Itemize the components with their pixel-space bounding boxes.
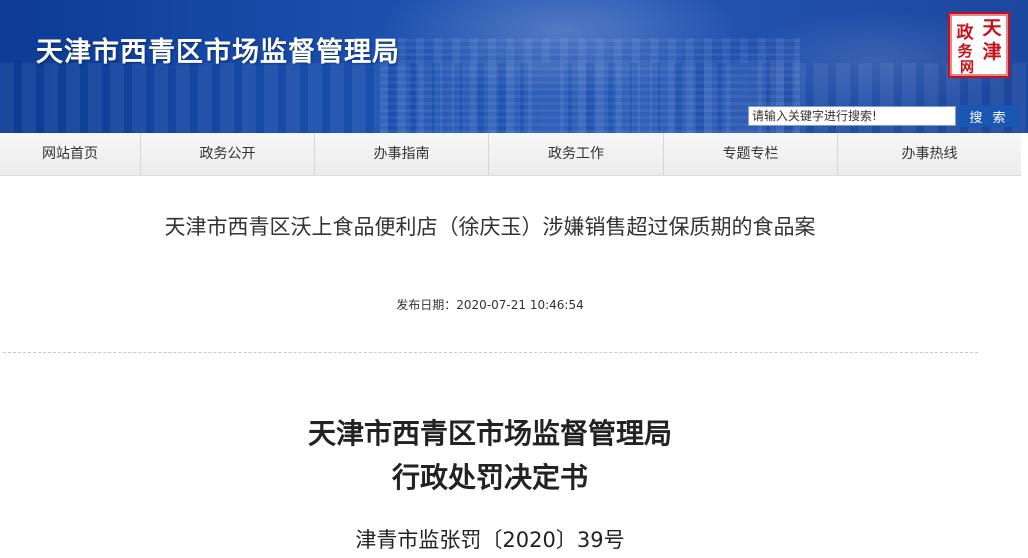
main-nav: 网站首页 政务公开 办事指南 政务工作 专题专栏 办事热线 xyxy=(0,133,1021,176)
header-banner: 天津市西青区市场监督管理局 政 天 务 津 网 搜 索 xyxy=(0,0,1028,133)
search-input[interactable] xyxy=(748,106,956,126)
publish-date-label: 发布日期： xyxy=(396,298,457,312)
nav-item-special-topics[interactable]: 专题专栏 xyxy=(664,133,838,175)
seal-char-5: 网 xyxy=(960,60,974,76)
page-right-edge xyxy=(1021,133,1028,558)
nav-item-hotline[interactable]: 办事热线 xyxy=(838,133,1021,175)
document-number: 津青市监张罚〔2020〕39号 xyxy=(355,528,625,552)
nav-item-gov-affairs-open[interactable]: 政务公开 xyxy=(141,133,315,175)
nav-item-home[interactable]: 网站首页 xyxy=(0,133,141,175)
document-org: 天津市西青区市场监督管理局 xyxy=(307,417,672,450)
seal-logo-icon: 政 天 务 津 网 xyxy=(950,14,1008,76)
seal-char-1: 政 xyxy=(957,22,975,43)
seal-char-3: 务 xyxy=(957,42,973,60)
search-button[interactable]: 搜 索 xyxy=(958,105,1020,127)
seal-char-2: 天 xyxy=(982,17,1002,39)
document-heading: 天津市西青区市场监督管理局 行政处罚决定书 xyxy=(0,412,980,500)
publish-date-line: 发布日期：2020-07-21 10:46:54 xyxy=(0,296,980,313)
site-title[interactable]: 天津市西青区市场监督管理局 xyxy=(36,30,400,69)
content-divider xyxy=(3,352,978,353)
nav-item-service-guide[interactable]: 办事指南 xyxy=(315,133,489,175)
seal-char-4: 津 xyxy=(982,40,1001,63)
nav-item-gov-work[interactable]: 政务工作 xyxy=(489,133,664,175)
publish-date-value: 2020-07-21 10:46:54 xyxy=(456,298,584,312)
article-title: 天津市西青区沃上食品便利店（徐庆玉）涉嫌销售超过保质期的食品案 xyxy=(164,215,816,239)
document-type: 行政处罚决定书 xyxy=(391,461,588,494)
site-seal-logo[interactable]: 政 天 务 津 网 xyxy=(948,12,1010,78)
